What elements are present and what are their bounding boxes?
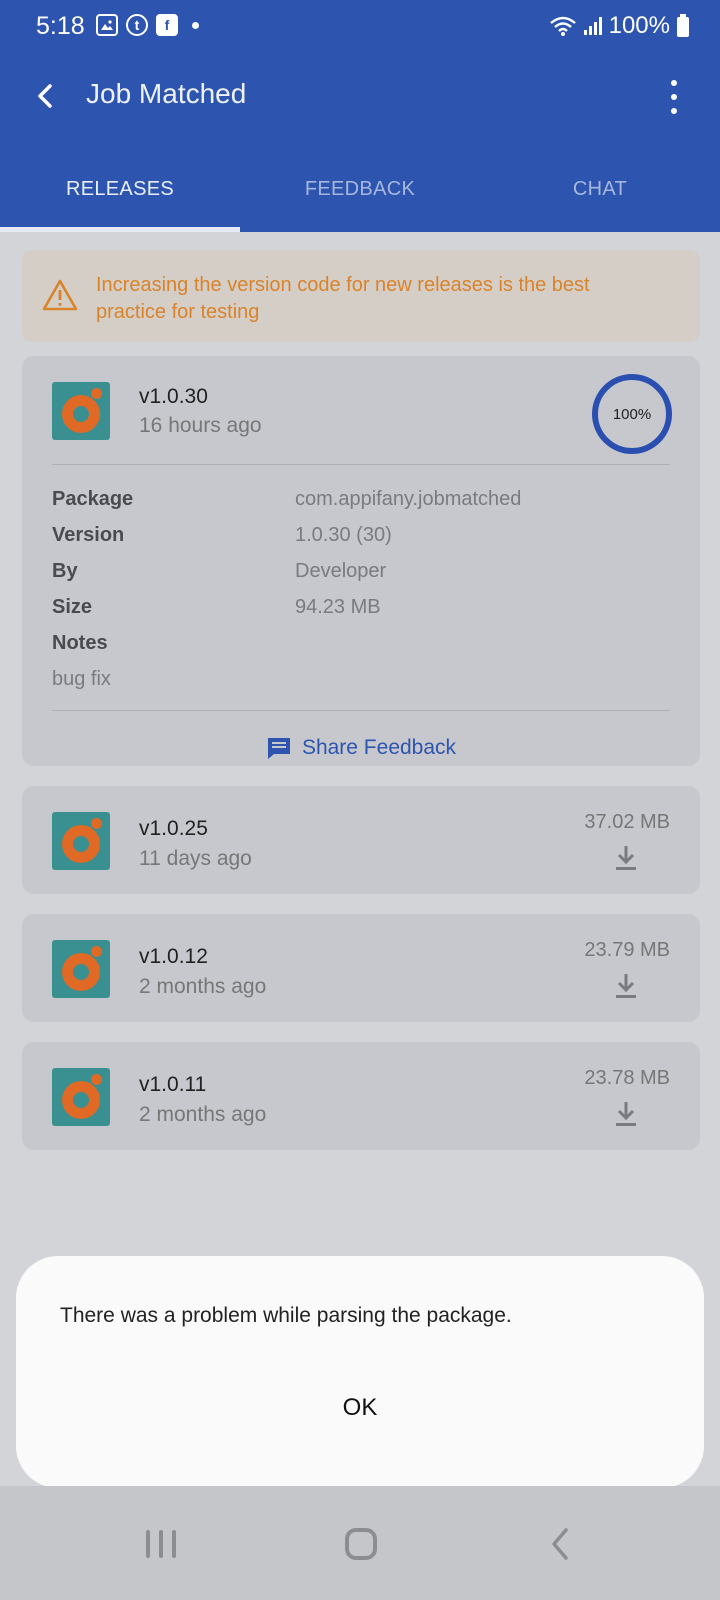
battery-percent: 100% — [608, 12, 670, 39]
image-icon — [96, 14, 118, 36]
release-size: 23.79 MB — [584, 939, 670, 961]
app-icon — [52, 940, 110, 998]
home-icon[interactable] — [345, 1528, 377, 1560]
divider — [52, 710, 670, 711]
more-options-icon[interactable] — [668, 80, 680, 114]
detail-value-size: 94.23 MB — [295, 596, 381, 618]
release-card[interactable]: v1.0.12 2 months ago 23.79 MB — [22, 914, 700, 1022]
back-arrow-icon[interactable] — [26, 76, 66, 116]
tab-feedback[interactable]: FEEDBACK — [240, 166, 480, 232]
release-card-expanded[interactable]: v1.0.30 16 hours ago 100% Package com.ap… — [22, 356, 700, 766]
comment-icon — [267, 738, 290, 759]
app-icon — [52, 812, 110, 870]
download-icon[interactable] — [614, 972, 638, 1000]
detail-value-version: 1.0.30 (30) — [295, 524, 392, 546]
system-nav-bar — [0, 1486, 720, 1600]
app-icon — [52, 1068, 110, 1126]
notes-text: bug fix — [52, 668, 111, 690]
detail-label-package: Package — [52, 488, 134, 510]
notes-label: Notes — [52, 632, 108, 654]
release-card[interactable]: v1.0.25 11 days ago 37.02 MB — [22, 786, 700, 894]
share-feedback-button[interactable]: Share Feedback — [22, 736, 700, 760]
recents-icon[interactable] — [146, 1530, 176, 1558]
facebook-icon: f — [156, 14, 178, 36]
divider — [52, 464, 670, 465]
dialog-message: There was a problem while parsing the pa… — [60, 1304, 512, 1327]
status-bar: 5:18 t f 100% — [0, 0, 720, 56]
release-time: 16 hours ago — [139, 414, 262, 437]
page-title: Job Matched — [86, 78, 247, 109]
detail-label-size: Size — [52, 596, 93, 618]
nav-back-icon[interactable] — [548, 1526, 572, 1562]
warning-icon — [42, 279, 78, 311]
tab-releases[interactable]: RELEASES — [0, 166, 240, 232]
download-icon[interactable] — [614, 844, 638, 872]
download-icon[interactable] — [614, 1100, 638, 1128]
status-time: 5:18 — [36, 12, 85, 40]
battery-icon — [677, 14, 689, 37]
release-version: v1.0.11 — [139, 1073, 207, 1096]
release-size: 23.78 MB — [584, 1067, 670, 1089]
detail-label-version: Version — [52, 524, 125, 546]
progress-text: 100% — [612, 405, 652, 423]
release-version: v1.0.25 — [139, 817, 208, 840]
app-bar: 5:18 t f 100% Job Matched RELEASES FEEDB… — [0, 0, 720, 232]
release-time: 2 months ago — [139, 1103, 267, 1126]
signal-icon — [583, 17, 602, 35]
tab-bar: RELEASES FEEDBACK CHAT — [0, 166, 720, 232]
dot-icon — [192, 21, 199, 29]
app-icon — [52, 382, 110, 440]
tab-chat[interactable]: CHAT — [480, 166, 720, 232]
warning-banner: Increasing the version code for new rele… — [22, 250, 700, 342]
release-size: 37.02 MB — [584, 811, 670, 833]
release-card[interactable]: v1.0.11 2 months ago 23.78 MB — [22, 1042, 700, 1150]
error-dialog: There was a problem while parsing the pa… — [16, 1256, 704, 1488]
warning-text: Increasing the version code for new rele… — [96, 274, 590, 323]
release-time: 11 days ago — [139, 847, 252, 870]
release-time: 2 months ago — [139, 975, 267, 998]
release-version: v1.0.12 — [139, 945, 208, 968]
toolbar: Job Matched — [0, 56, 720, 140]
detail-value-package: com.appifany.jobmatched — [295, 488, 522, 510]
share-feedback-label: Share Feedback — [301, 736, 457, 759]
notification-icons: t f — [96, 14, 199, 36]
status-right: 100% — [549, 12, 690, 40]
wifi-icon — [549, 16, 576, 36]
progress-ring: 100% — [592, 374, 672, 454]
tumblr-icon: t — [126, 14, 148, 36]
ok-button[interactable]: OK — [16, 1394, 704, 1422]
detail-value-by: Developer — [295, 560, 387, 582]
release-version: v1.0.30 — [139, 385, 208, 408]
detail-label-by: By — [52, 560, 78, 582]
